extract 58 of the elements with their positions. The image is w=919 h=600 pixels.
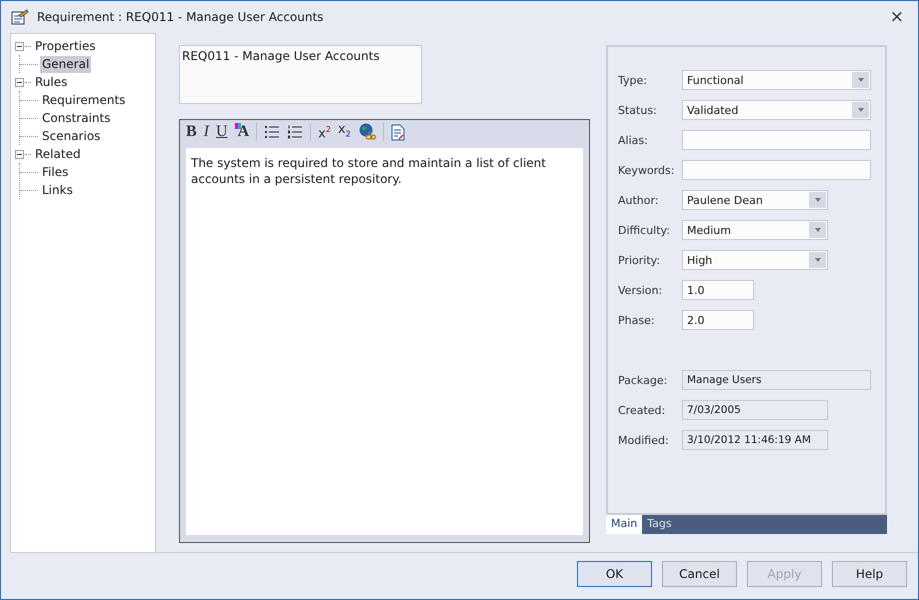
- field-label: Phase:: [618, 314, 656, 326]
- tree-item[interactable]: General: [40, 56, 92, 72]
- dropdown-field[interactable]: Functional: [682, 70, 871, 90]
- font-color-button[interactable]: A: [234, 123, 250, 141]
- tree-item[interactable]: Properties: [33, 38, 98, 54]
- dialog-button[interactable]: Help: [832, 561, 907, 587]
- tree-item[interactable]: Related: [33, 146, 83, 162]
- collapse-icon[interactable]: [15, 150, 24, 158]
- field-label: Author:: [618, 194, 660, 206]
- underline-button[interactable]: U: [216, 123, 228, 141]
- readonly-field: 7/03/2005: [682, 400, 828, 420]
- name-field[interactable]: REQ011 - Manage User Accounts: [179, 45, 422, 104]
- numbered-list-icon[interactable]: [287, 125, 304, 139]
- collapse-icon[interactable]: [15, 78, 24, 86]
- collapse-icon[interactable]: [15, 42, 24, 50]
- notes-text: The system is required to store and maintain a list of client accounts in a persistent repository.: [191, 156, 546, 186]
- readonly-field: Manage Users: [682, 370, 871, 390]
- window-title: Requirement : REQ011 - Manage User Accounts: [37, 10, 324, 24]
- tree-item[interactable]: Rules: [33, 74, 70, 90]
- superscript-button[interactable]: x$^{2}$: [318, 120, 331, 144]
- dialog-button[interactable]: Cancel: [662, 561, 737, 587]
- tree-item[interactable]: Files: [40, 164, 70, 180]
- field-label: Created:: [618, 404, 666, 416]
- field-label: Alias:: [618, 134, 649, 146]
- text-field[interactable]: 2.0: [682, 310, 754, 330]
- field-label: Difficulty:: [618, 224, 671, 236]
- text-field[interactable]: [682, 160, 871, 180]
- text-field[interactable]: 1.0: [682, 280, 754, 300]
- notes-field[interactable]: The system is required to store and maintain a list of client accounts in a persistent repository.: [186, 148, 583, 535]
- italic-button[interactable]: I: [204, 123, 209, 141]
- dropdown-field[interactable]: Paulene Dean: [682, 190, 828, 210]
- close-button[interactable]: ×: [886, 7, 908, 27]
- field-label: Modified:: [618, 434, 670, 446]
- tree-item[interactable]: Constraints: [40, 110, 112, 126]
- document-icon[interactable]: [390, 124, 405, 140]
- globe-link-icon[interactable]: [358, 123, 376, 141]
- field-label: Version:: [618, 284, 664, 296]
- tree-item[interactable]: Requirements: [40, 92, 128, 108]
- tab[interactable]: Tags: [642, 515, 677, 534]
- field-label: Package:: [618, 374, 668, 386]
- dialog-button[interactable]: OK: [577, 561, 652, 587]
- field-label: Keywords:: [618, 164, 676, 176]
- text-field[interactable]: [682, 130, 871, 150]
- tree-item[interactable]: Links: [40, 182, 75, 198]
- subscript-button[interactable]: x$_{2}$: [338, 120, 351, 144]
- field-label: Status:: [618, 104, 658, 116]
- readonly-field: 3/10/2012 11:46:19 AM: [682, 430, 828, 450]
- name-text: REQ011 - Manage User Accounts: [182, 49, 380, 63]
- field-label: Type:: [618, 74, 648, 86]
- field-label: Priority:: [618, 254, 662, 266]
- dropdown-field[interactable]: Medium: [682, 220, 828, 240]
- tab[interactable]: Main: [606, 515, 642, 534]
- tree-item[interactable]: Scenarios: [40, 128, 102, 144]
- requirement-icon: [11, 9, 29, 25]
- dropdown-field[interactable]: Validated: [682, 100, 871, 120]
- bullet-list-icon[interactable]: [264, 125, 280, 139]
- bold-button[interactable]: B: [186, 123, 197, 141]
- dropdown-field[interactable]: High: [682, 250, 828, 270]
